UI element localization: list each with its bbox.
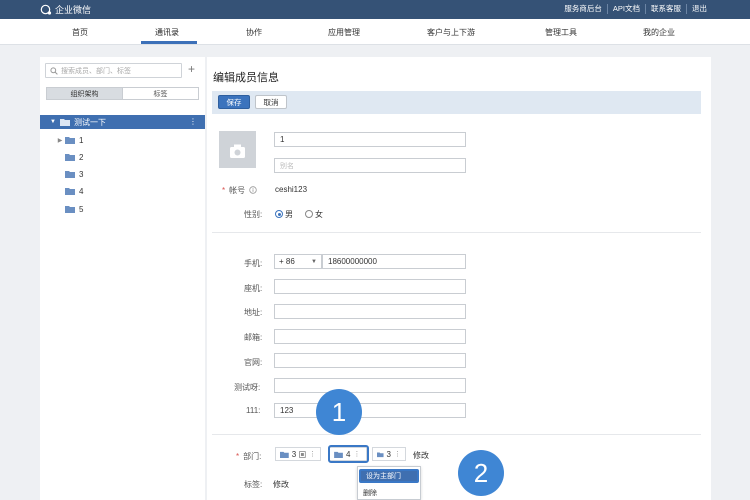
folder-icon [377,452,384,457]
department-label: * 部门: [236,452,262,461]
tree-item-2[interactable]: 2 [40,150,205,164]
gender-label: 性别: [244,210,263,219]
radio-checked-icon[interactable] [275,210,283,218]
sidebar: 搜索成员、部门、标签 + 组织架构 标签 ▼ 测试一下 ⋮ ▶ 1 2 3 4 … [40,57,205,500]
folder-icon [65,136,75,144]
tree-root[interactable]: ▼ 测试一下 ⋮ [40,115,205,129]
gender-male-option[interactable]: 男 [275,209,293,220]
folder-icon [65,205,75,213]
tree-item-5[interactable]: 5 [40,202,205,216]
step-badge-2: 2 [458,450,504,496]
tree-item-label: 4 [79,186,84,196]
action-bar: 保存 取消 [212,91,701,114]
nav-collaboration[interactable]: 协作 [246,27,262,38]
nav-contacts[interactable]: 通讯录 [155,27,179,38]
link-provider-backend[interactable]: 服务商后台 [559,4,607,14]
website-label: 官网: [244,358,263,367]
wecom-logo-icon [40,4,52,15]
folder-icon [280,451,289,458]
address-input[interactable] [274,304,466,319]
folder-icon [59,118,70,126]
more-icon[interactable]: ⋮ [309,450,316,458]
department-context-menu: 设为主部门 删除 [357,466,421,500]
phone-input[interactable]: 18600000000 [322,254,466,269]
main-nav: 首页 通讯录 协作 应用管理 客户与上下游 管理工具 我的企业 [0,19,750,45]
tab-org-structure[interactable]: 组织架构 [47,88,122,99]
tree-item-4[interactable]: 4 [40,184,205,198]
save-button[interactable]: 保存 [218,95,250,109]
menu-set-primary-dept[interactable]: 设为主部门 [359,469,419,483]
page-title: 编辑成员信息 [213,72,279,84]
nav-active-indicator [141,41,197,44]
nav-app-management[interactable]: 应用管理 [328,27,360,38]
nav-home[interactable]: 首页 [72,27,88,38]
edit-tags-link[interactable]: 修改 [273,479,289,490]
logo[interactable]: 企业微信 [40,3,91,16]
account-value: ceshi123 [275,185,308,194]
search-placeholder: 搜索成员、部门、标签 [61,67,131,75]
info-icon[interactable] [249,186,258,194]
link-contact-support[interactable]: 联系客服 [645,4,686,14]
top-bar: 企业微信 服务商后台 API文档 联系客服 退出 [0,0,750,19]
nav-customers[interactable]: 客户与上下游 [427,27,475,38]
folder-icon [65,187,75,195]
tree-item-label: 2 [79,152,84,162]
link-logout[interactable]: 退出 [686,4,712,14]
email-input[interactable] [274,329,466,344]
folder-icon [65,170,75,178]
search-input[interactable]: 搜索成员、部门、标签 [45,63,182,78]
top-links: 服务商后台 API文档 联系客服 退出 [559,4,712,14]
folder-icon [65,153,75,161]
add-icon[interactable]: + [188,63,200,75]
account-label: * 帐号 [222,185,258,196]
more-icon[interactable]: ⋮ [394,450,401,458]
custom-111-input[interactable]: 123 [274,403,466,418]
test-field-label: 测试呀: [234,383,261,392]
nav-admin-tools[interactable]: 管理工具 [545,27,577,38]
tab-tags[interactable]: 标签 [122,88,198,99]
caret-right-icon[interactable]: ▶ [55,137,65,144]
section-divider [212,434,701,435]
app-name: 企业微信 [55,5,92,15]
tree-item-1[interactable]: ▶ 1 [40,133,205,147]
test-field-input[interactable] [274,378,466,393]
nav-my-enterprise[interactable]: 我的企业 [643,27,675,38]
alias-input[interactable]: 别名 [274,158,466,173]
tree-root-label: 测试一下 [73,117,106,127]
radio-unchecked-icon[interactable] [305,210,313,218]
gender-female-option[interactable]: 女 [305,209,323,220]
department-tag-3-secondary[interactable]: 3 ⋮ [372,447,406,461]
avatar[interactable] [219,131,256,168]
search-icon [50,66,58,75]
landline-input[interactable] [274,279,466,294]
highlight-box-dept-4 [328,445,369,463]
department-tag-3-primary[interactable]: 3 ⋮ [275,447,321,461]
country-code-select[interactable]: + 86 ▼ [274,254,322,269]
landline-label: 座机: [244,284,263,293]
chevron-down-icon: ▼ [311,259,317,265]
email-label: 邮箱: [244,333,263,342]
step-badge-1: 1 [316,389,362,435]
website-input[interactable] [274,353,466,368]
phone-label: 手机: [244,259,263,268]
section-divider [212,232,701,233]
primary-dept-icon [299,450,306,458]
tree-item-3[interactable]: 3 [40,167,205,181]
tree-item-label: 3 [79,169,84,179]
menu-delete[interactable]: 删除 [358,486,420,500]
tree-item-label: 1 [79,135,84,145]
address-label: 地址: [244,308,263,317]
caret-down-icon: ▼ [50,119,56,125]
name-input[interactable]: 1 [274,132,466,147]
edit-departments-link[interactable]: 修改 [413,450,429,461]
tags-label: 标签: [244,480,263,489]
custom-111-label: 111: [246,406,261,415]
camera-icon [230,144,245,158]
sidebar-tabs: 组织架构 标签 [46,87,199,100]
cancel-button[interactable]: 取消 [255,95,287,109]
required-mark: * [222,186,226,195]
tree-item-label: 5 [79,204,84,214]
link-api-docs[interactable]: API文档 [606,4,645,14]
more-icon[interactable]: ⋮ [189,117,197,126]
